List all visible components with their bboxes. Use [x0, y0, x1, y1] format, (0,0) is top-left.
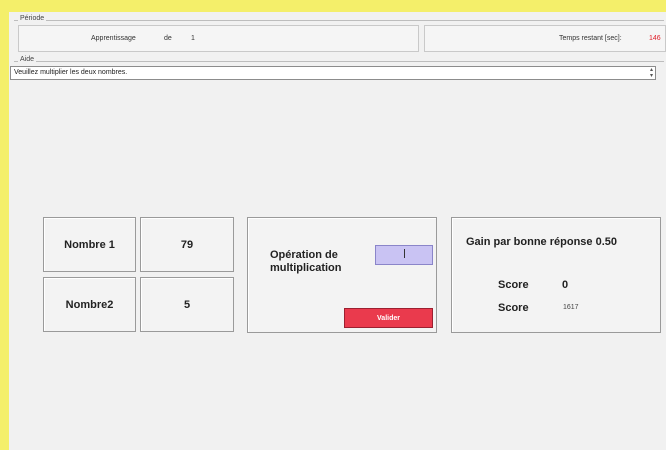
gain-label: Gain par bonne réponse 0.50	[466, 236, 617, 248]
number2-value-box: 5	[140, 277, 234, 332]
number2-label-box: Nombre2	[43, 277, 136, 332]
number1-label-box: Nombre 1	[43, 217, 136, 272]
validate-button[interactable]: Valider	[344, 308, 433, 328]
help-legend: Aide	[18, 56, 37, 63]
number2-label: Nombre2	[65, 298, 114, 311]
score-value-1: 0	[562, 279, 569, 291]
score-value-2: 1617	[563, 304, 579, 311]
number1-label: Nombre 1	[64, 238, 115, 251]
score-label-1: Score	[498, 279, 529, 291]
answer-input[interactable]	[375, 245, 433, 265]
help-text-field[interactable]: Veuillez multiplier les deux nombres. ▴ ▾	[10, 66, 656, 80]
score-panel	[451, 217, 661, 333]
window-left-border	[0, 0, 9, 450]
help-scroll-arrows-icon[interactable]: ▴ ▾	[650, 67, 653, 79]
period-panel: Apprentissage de 1	[18, 25, 419, 52]
operation-label: Opération de multiplication	[270, 249, 342, 274]
help-text: Veuillez multiplier les deux nombres.	[14, 69, 128, 76]
number1-value: 79	[180, 238, 194, 251]
help-group: Aide	[14, 56, 664, 63]
period-group: Période	[14, 15, 664, 22]
phase-label: Apprentissage	[91, 35, 136, 42]
number1-value-box: 79	[140, 217, 234, 272]
window-top-border	[0, 0, 666, 12]
text-caret	[404, 249, 405, 258]
time-panel: Temps restant [sec]: 146	[424, 25, 666, 52]
of-label: de	[164, 35, 172, 42]
of-value: 1	[191, 35, 195, 42]
period-legend: Période	[18, 15, 47, 22]
number2-value: 5	[183, 298, 191, 311]
time-value: 146	[649, 35, 661, 42]
time-label: Temps restant [sec]:	[559, 35, 622, 42]
score-label-2: Score	[498, 302, 529, 314]
